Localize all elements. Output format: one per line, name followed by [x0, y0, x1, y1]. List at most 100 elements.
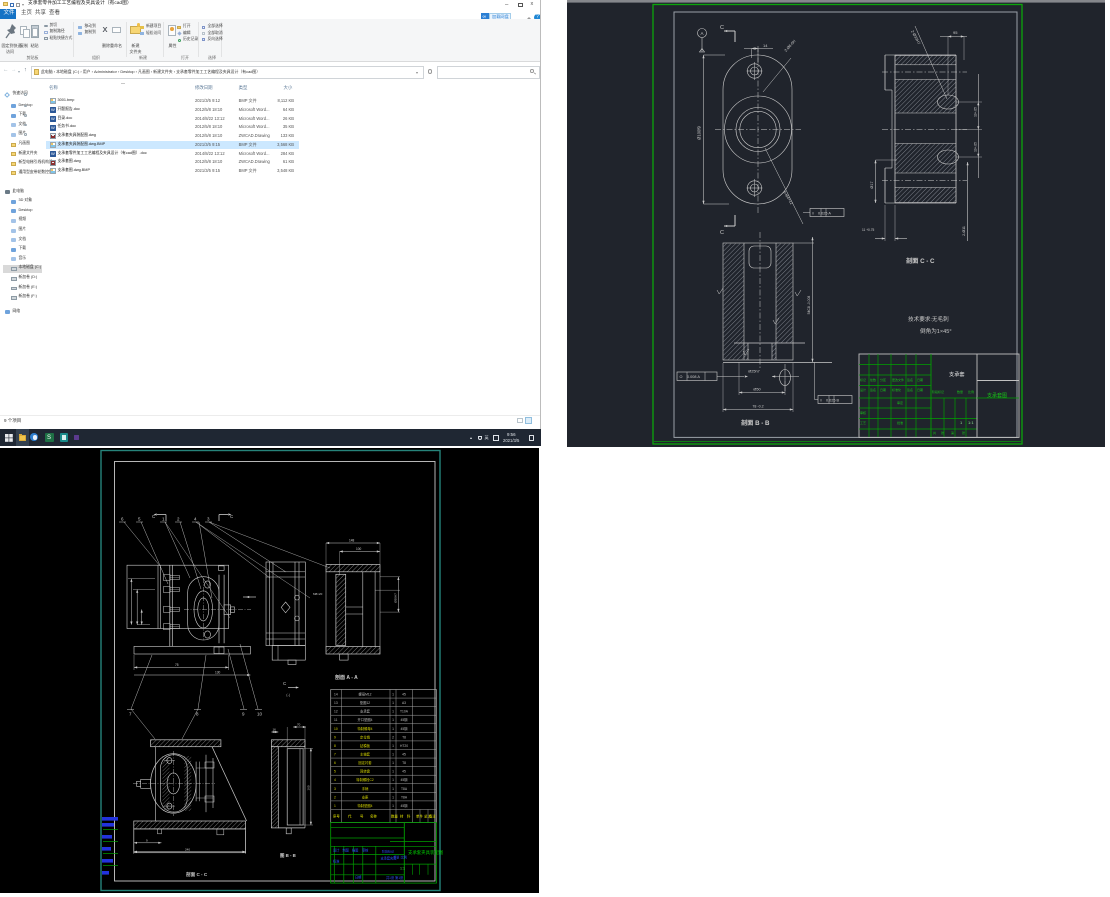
svg-text:11 +0.75: 11 +0.75 — [862, 228, 874, 232]
svg-text:重量: 重量 — [393, 855, 400, 860]
svg-text:1: 1 — [392, 701, 394, 705]
svg-text:阶段标记: 阶段标记 — [382, 849, 394, 854]
svg-text:张: 张 — [962, 430, 965, 435]
svg-text:签名: 签名 — [907, 377, 913, 382]
svg-text:支承套夹具装配图: 支承套夹具装配图 — [408, 849, 444, 856]
svg-text:数量: 数量 — [957, 389, 963, 394]
svg-text:O: O — [680, 375, 683, 379]
svg-text:支承套图: 支承套图 — [987, 392, 1007, 399]
svg-text:70: 70 — [297, 723, 301, 727]
svg-text:标记: 标记 — [860, 377, 866, 382]
svg-text:10: 10 — [257, 712, 263, 717]
svg-text:技术要求:无毛刺: 技术要求:无毛刺 — [908, 315, 949, 323]
svg-text:数量: 数量 — [391, 814, 398, 819]
svg-text:开口垫圈4: 开口垫圈4 — [357, 717, 372, 722]
svg-text:5: 5 — [334, 770, 336, 774]
svg-text:T8A: T8A — [401, 795, 408, 799]
svg-text:7: 7 — [334, 752, 336, 756]
svg-text:T10A: T10A — [400, 710, 409, 714]
svg-text:签名: 签名 — [907, 387, 913, 392]
svg-text:A: A — [700, 31, 703, 36]
svg-text:0.025 A: 0.025 A — [818, 212, 831, 216]
svg-text:45: 45 — [402, 693, 406, 697]
svg-text:11: 11 — [334, 718, 338, 722]
svg-text:阶段标记: 阶段标记 — [932, 389, 944, 394]
svg-text://: // — [820, 399, 822, 403]
svg-text:2-Ø11: 2-Ø11 — [962, 226, 966, 236]
svg-text:45: 45 — [402, 752, 406, 756]
svg-text:标准: 标准 — [333, 859, 340, 864]
svg-text:Ø50: Ø50 — [753, 388, 760, 392]
svg-text:剖面 C - C: 剖面 C - C — [906, 257, 935, 265]
svg-text:支座: 支座 — [362, 794, 369, 799]
svg-text:45钢: 45钢 — [401, 717, 409, 722]
svg-text:审定: 审定 — [897, 400, 903, 405]
svg-text:钻模板: 钻模板 — [360, 743, 371, 748]
svg-text:螺母M12: 螺母M12 — [358, 692, 371, 697]
svg-text:19+.05: 19+.05 — [974, 142, 978, 152]
svg-text:日期: 日期 — [880, 387, 886, 392]
svg-text://: // — [812, 212, 814, 216]
svg-text:14: 14 — [334, 693, 338, 697]
svg-text:手柄: 手柄 — [362, 786, 369, 791]
svg-text:分区: 分区 — [880, 377, 886, 382]
svg-text:剖面 B - B: 剖面 B - B — [741, 419, 770, 427]
svg-text:1:1: 1:1 — [400, 867, 405, 871]
svg-text:1: 1 — [392, 778, 394, 782]
svg-text:图 B - B: 图 B - B — [280, 852, 296, 859]
svg-text:共: 共 — [933, 430, 936, 435]
svg-text:主轴套: 主轴套 — [360, 751, 371, 756]
svg-text:备注: 备注 — [429, 814, 436, 819]
svg-text:工艺: 工艺 — [860, 420, 866, 425]
svg-text:设计: 设计 — [860, 387, 866, 392]
svg-text:10: 10 — [334, 727, 338, 731]
svg-text:0.008 A: 0.008 A — [687, 375, 700, 379]
svg-text:130: 130 — [215, 671, 221, 675]
svg-text:垫圈12: 垫圈12 — [360, 700, 370, 705]
svg-text:日期: 日期 — [355, 875, 361, 880]
svg-text:100: 100 — [356, 547, 362, 551]
svg-text:95: 95 — [953, 30, 958, 35]
svg-text:制图: 制图 — [343, 848, 349, 853]
svg-text:Ø17: Ø17 — [870, 181, 874, 188]
svg-text:特制螺栓C2: 特制螺栓C2 — [356, 777, 374, 782]
svg-text:T8A: T8A — [401, 787, 408, 791]
svg-text:13: 13 — [334, 701, 338, 705]
svg-text:支承套: 支承套 — [360, 709, 371, 714]
svg-text:1: 1 — [392, 710, 394, 714]
svg-text:T8: T8 — [402, 761, 406, 765]
svg-text:1:1: 1:1 — [968, 420, 974, 425]
svg-text:描图: 描图 — [352, 848, 358, 853]
svg-text:1: 1 — [334, 804, 336, 808]
svg-text:Ø25h7: Ø25h7 — [748, 370, 759, 374]
svg-text:剖面 A - A: 剖面 A - A — [335, 674, 358, 681]
svg-text:1: 1 — [392, 761, 394, 765]
svg-text:剖面 C - C: 剖面 C - C — [186, 871, 208, 878]
svg-text:148: 148 — [349, 539, 355, 543]
svg-text:Ø50H7: Ø50H7 — [394, 593, 398, 603]
svg-text:HT20: HT20 — [400, 744, 408, 748]
svg-text:共1张 第1张: 共1张 第1张 — [386, 875, 404, 880]
svg-text:160: 160 — [307, 785, 311, 790]
svg-text:1: 1 — [392, 718, 394, 722]
svg-text:1: 1 — [392, 770, 394, 774]
svg-text:张: 张 — [941, 430, 944, 435]
svg-text:回转盘: 回转盘 — [360, 769, 371, 774]
svg-text:1: 1 — [392, 744, 394, 748]
svg-text:12: 12 — [334, 710, 338, 714]
svg-text:支承套: 支承套 — [949, 370, 965, 378]
svg-text:特制垫圈4: 特制垫圈4 — [357, 803, 372, 808]
svg-text:4: 4 — [334, 778, 336, 782]
svg-text:14: 14 — [763, 43, 768, 48]
svg-text:Ø100f9: Ø100f9 — [697, 125, 702, 139]
svg-text:日期: 日期 — [917, 387, 923, 392]
svg-text:签名: 签名 — [870, 387, 876, 392]
svg-text:C: C — [720, 25, 724, 31]
svg-text:45: 45 — [402, 770, 406, 774]
svg-text:16: 16 — [273, 728, 277, 732]
svg-text:6: 6 — [334, 761, 336, 765]
svg-text:审核: 审核 — [860, 410, 866, 415]
svg-text:处数: 处数 — [870, 377, 876, 382]
svg-text:19+.05: 19+.05 — [974, 107, 978, 117]
svg-text:45钢: 45钢 — [401, 803, 409, 808]
